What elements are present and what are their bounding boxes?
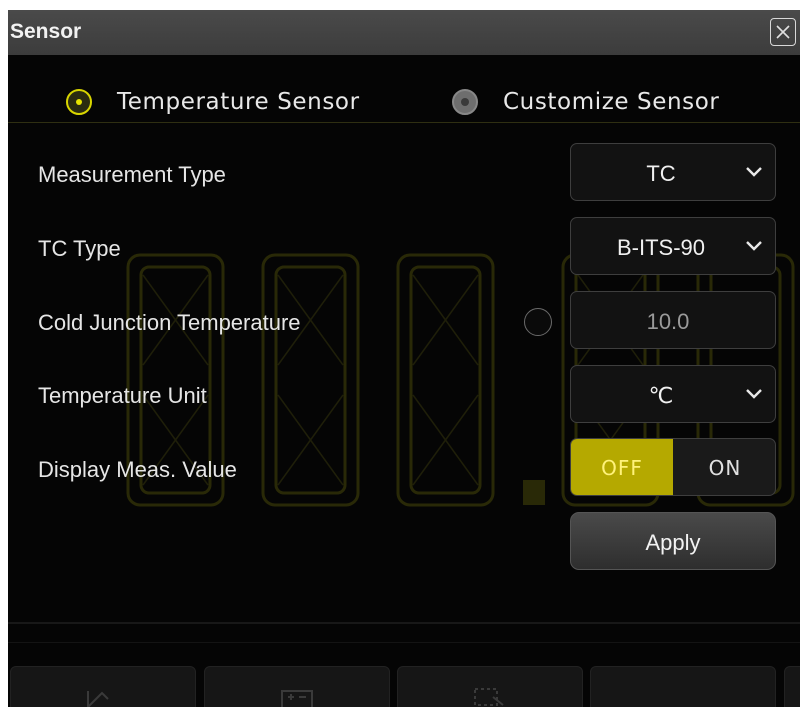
tc-type-value: B-ITS-90: [616, 235, 706, 260]
cold-junction-select-toggle[interactable]: [524, 308, 552, 336]
apply-button[interactable]: Apply: [570, 512, 776, 570]
divider: [8, 122, 800, 123]
softkey-1[interactable]: [10, 666, 196, 707]
dot-icon: [666, 687, 700, 707]
softkey-4[interactable]: [590, 666, 776, 707]
radio-label: Temperature Sensor: [117, 89, 360, 115]
sensor-mode-group: Temperature Sensor Customize Sensor: [8, 55, 800, 123]
dialog-title: Sensor: [10, 20, 82, 43]
chevron-down-icon: [746, 241, 762, 251]
softkey-5[interactable]: [784, 666, 800, 707]
radio-temperature-sensor[interactable]: Temperature Sensor: [66, 87, 360, 117]
region-select-icon: [474, 688, 504, 706]
chevron-down-icon: [746, 167, 762, 177]
close-button[interactable]: [770, 18, 796, 46]
divider: [8, 642, 800, 643]
measurement-type-label: Measurement Type: [38, 162, 226, 187]
temperature-unit-label: Temperature Unit: [38, 383, 207, 408]
temperature-unit-value: ℃: [648, 383, 674, 408]
cold-junction-input[interactable]: 10.0: [570, 291, 776, 349]
temperature-unit-dropdown[interactable]: ℃: [570, 365, 776, 423]
toggle-off-label: OFF: [601, 456, 643, 480]
math-icon: [87, 691, 109, 707]
cold-junction-label: Cold Junction Temperature: [38, 310, 301, 335]
sensor-dialog: Sensor Temperature Sensor Customize Sens…: [8, 10, 800, 707]
apply-label: Apply: [645, 530, 701, 555]
measurement-type-value: TC: [646, 161, 676, 186]
title-bar: Sensor: [8, 10, 800, 55]
radio-customize-sensor[interactable]: Customize Sensor: [452, 87, 719, 117]
display-meas-value-toggle: OFF ON: [570, 438, 776, 496]
radio-unselected-icon: [452, 89, 478, 115]
softkey-2[interactable]: [204, 666, 390, 707]
divider: [8, 622, 800, 624]
cold-junction-value: 10.0: [646, 309, 690, 334]
measurement-type-dropdown[interactable]: TC: [570, 143, 776, 201]
toggle-on-segment[interactable]: ON: [675, 456, 775, 480]
chevron-down-icon: [746, 389, 762, 399]
tc-type-label: TC Type: [38, 236, 121, 261]
radio-selected-icon: [66, 89, 92, 115]
display-meas-value-label: Display Meas. Value: [38, 457, 237, 482]
radio-label: Customize Sensor: [503, 89, 720, 115]
softkey-3[interactable]: [397, 666, 583, 707]
function-icon: [281, 690, 313, 707]
close-icon: [776, 25, 790, 39]
tc-type-dropdown[interactable]: B-ITS-90: [570, 217, 776, 275]
